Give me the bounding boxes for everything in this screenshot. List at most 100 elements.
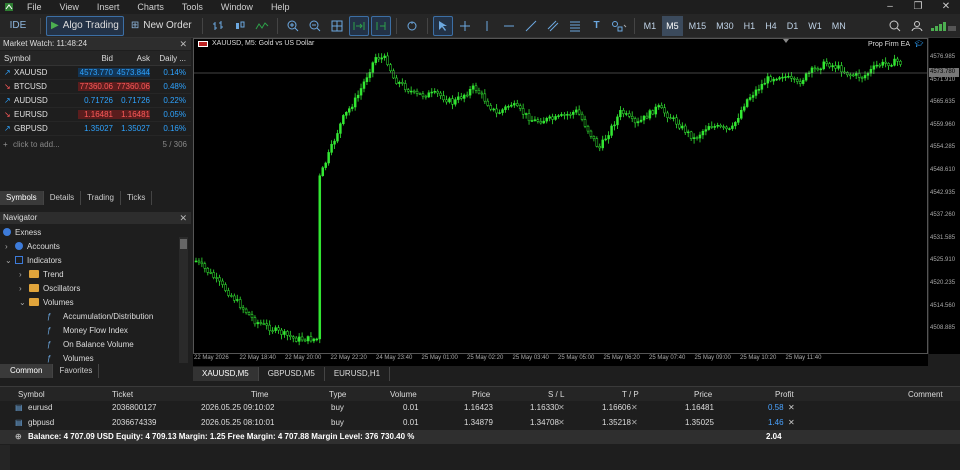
col-profit[interactable]: Profit <box>775 390 794 399</box>
tab-trading[interactable]: Trading <box>81 191 121 205</box>
list-item[interactable]: ↗ AUDUSD 0.71726 0.71726 0.22% <box>0 94 191 108</box>
menu-view[interactable]: View <box>51 0 88 14</box>
algo-trading-button[interactable]: ▶ Algo Trading <box>46 15 124 36</box>
candle-body <box>548 116 551 119</box>
channel-icon[interactable] <box>543 16 563 36</box>
candle-body <box>666 112 669 118</box>
nav-item-exness[interactable]: Exness <box>0 225 178 239</box>
tf-d1[interactable]: D1 <box>783 16 803 36</box>
list-item[interactable]: ↗ GBPUSD 1.35027 1.35027 0.16% <box>0 122 191 136</box>
fibonacci-icon[interactable] <box>565 16 585 36</box>
vertical-line-icon[interactable] <box>477 16 497 36</box>
col-ask[interactable]: Ask <box>113 54 150 63</box>
cursor-icon[interactable] <box>432 15 453 36</box>
menu-file[interactable]: File <box>18 0 51 14</box>
expert-advisor-label[interactable]: Prop Firm EA 🎓︎ <box>868 40 923 48</box>
tf-m1[interactable]: M1 <box>640 16 661 36</box>
remove-tp-icon[interactable]: ✕ <box>631 403 638 412</box>
navigator-scrollbar[interactable] <box>179 237 188 363</box>
search-icon[interactable] <box>885 16 905 36</box>
expand-icon[interactable]: ⊕ <box>15 432 22 441</box>
list-item[interactable]: ↘ EURUSD 1.16481 1.16481 0.05% <box>0 108 191 122</box>
line-chart-icon[interactable] <box>252 16 272 36</box>
close-icon[interactable]: ✕ <box>179 212 187 224</box>
nav-item-on-balance-volume[interactable]: ƒ On Balance Volume <box>0 337 178 351</box>
add-symbol-row[interactable]: + click to add... 5 / 306 <box>0 137 191 151</box>
menu-insert[interactable]: Insert <box>88 0 129 14</box>
nav-item-trend[interactable]: › Trend <box>0 267 178 281</box>
shapes-icon[interactable] <box>609 16 629 36</box>
menu-charts[interactable]: Charts <box>128 0 173 14</box>
minimize-icon[interactable]: – <box>876 0 904 14</box>
col-daily[interactable]: Daily ... <box>150 54 189 63</box>
text-tool-icon[interactable]: T <box>587 16 607 36</box>
col-symbol[interactable]: Symbol <box>0 54 78 63</box>
tab-ticks[interactable]: Ticks <box>121 191 153 205</box>
indicators-icon[interactable] <box>402 16 422 36</box>
menu-tools[interactable]: Tools <box>173 0 212 14</box>
bar-chart-icon[interactable] <box>208 16 228 36</box>
nav-item-accounts[interactable]: › Accounts <box>0 239 178 253</box>
table-row[interactable]: ▤ eurusd 2036800127 2026.05.25 09:10:02 … <box>0 401 960 415</box>
account-icon[interactable] <box>907 16 927 36</box>
crosshair-icon[interactable] <box>455 16 475 36</box>
tab-gbpusd-m5[interactable]: GBPUSD,M5 <box>258 367 325 381</box>
tf-w1[interactable]: W1 <box>804 16 826 36</box>
remove-sl-icon[interactable]: ✕ <box>558 418 565 427</box>
col-current-price[interactable]: Price <box>694 390 712 399</box>
col-symbol[interactable]: Symbol <box>18 390 45 399</box>
new-order-button[interactable]: ⊞ New Order <box>126 16 197 36</box>
trendline-icon[interactable] <box>521 16 541 36</box>
col-ticket[interactable]: Ticket <box>112 390 133 399</box>
col-tp[interactable]: T / P <box>622 390 639 399</box>
chart-shift-icon[interactable] <box>370 15 391 36</box>
col-comment[interactable]: Comment <box>908 390 943 399</box>
nav-item-money-flow-index[interactable]: ƒ Money Flow Index <box>0 323 178 337</box>
tf-h4[interactable]: H4 <box>761 16 781 36</box>
tf-mn[interactable]: MN <box>828 16 850 36</box>
table-row[interactable]: ▤ gbpusd 2036674339 2026.05.25 08:10:01 … <box>0 416 960 430</box>
col-volume[interactable]: Volume <box>390 390 417 399</box>
nav-item-volumes-indicator[interactable]: ƒ Volumes <box>0 351 178 365</box>
auto-scroll-icon[interactable] <box>348 15 369 36</box>
tab-symbols[interactable]: Symbols <box>0 191 44 205</box>
list-item[interactable]: ↗ XAUUSD 4573.770 4573.844 0.14% <box>0 66 191 80</box>
zoom-out-icon[interactable] <box>305 16 325 36</box>
col-sl[interactable]: S / L <box>548 390 564 399</box>
tile-windows-icon[interactable] <box>327 16 347 36</box>
close-icon[interactable]: ✕ <box>179 38 187 50</box>
tf-m30[interactable]: M30 <box>712 16 738 36</box>
close-position-icon[interactable]: ✕ <box>788 418 795 427</box>
price-chart[interactable] <box>193 38 928 354</box>
nav-item-indicators[interactable]: ⌄ Indicators <box>0 253 178 267</box>
candle-body <box>793 78 796 80</box>
horizontal-line-icon[interactable] <box>499 16 519 36</box>
col-price[interactable]: Price <box>472 390 490 399</box>
menu-window[interactable]: Window <box>212 0 262 14</box>
nav-item-accumulation-distribution[interactable]: ƒ Accumulation/Distribution <box>0 309 178 323</box>
close-icon[interactable]: ✕ <box>932 0 960 14</box>
col-bid[interactable]: Bid <box>78 54 113 63</box>
restore-icon[interactable]: ❐ <box>904 0 932 14</box>
close-position-icon[interactable]: ✕ <box>788 403 795 412</box>
remove-tp-icon[interactable]: ✕ <box>631 418 638 427</box>
tab-details[interactable]: Details <box>44 191 82 205</box>
tab-common[interactable]: Common <box>0 364 54 378</box>
chart-shift-marker-icon[interactable] <box>783 39 789 43</box>
tf-h1[interactable]: H1 <box>740 16 760 36</box>
col-time[interactable]: Time <box>251 390 268 399</box>
zoom-in-icon[interactable] <box>283 16 303 36</box>
tab-xauusd-m5[interactable]: XAUUSD,M5 <box>193 367 259 381</box>
remove-sl-icon[interactable]: ✕ <box>558 403 565 412</box>
col-type[interactable]: Type <box>329 390 346 399</box>
nav-item-oscillators[interactable]: › Oscillators <box>0 281 178 295</box>
ide-button[interactable]: IDE <box>1 16 35 36</box>
nav-item-volumes[interactable]: ⌄ Volumes <box>0 295 178 309</box>
menu-help[interactable]: Help <box>262 0 299 14</box>
candle-chart-icon[interactable] <box>230 16 250 36</box>
tab-eurusd-h1[interactable]: EURUSD,H1 <box>324 367 391 381</box>
tf-m15[interactable]: M15 <box>685 16 711 36</box>
tab-favorites[interactable]: Favorites <box>53 364 100 378</box>
tf-m5[interactable]: M5 <box>662 15 683 36</box>
list-item[interactable]: ↘ BTCUSD 77360.06 77360.06 0.48% <box>0 80 191 94</box>
